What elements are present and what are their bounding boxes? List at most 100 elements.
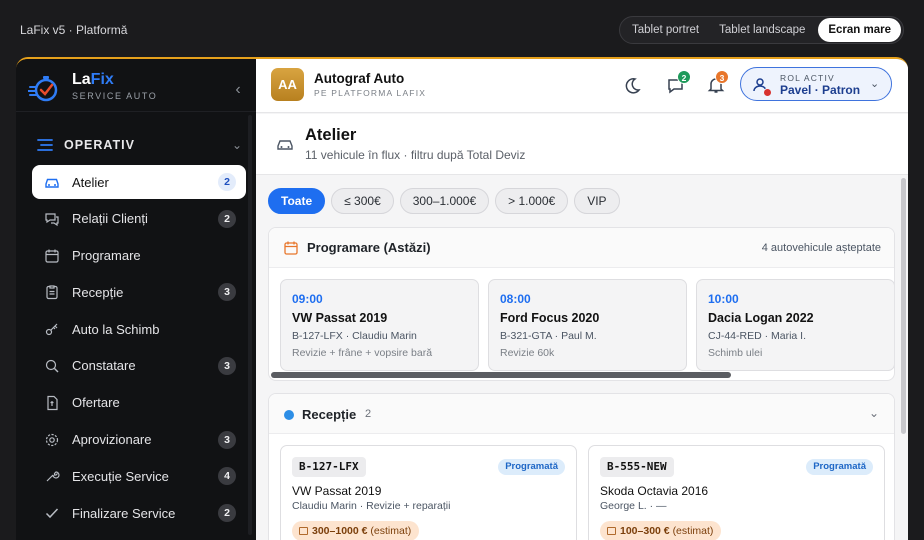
- sidebar-item-constatare[interactable]: Constatare 3: [32, 349, 246, 383]
- notifications-button[interactable]: 3: [704, 70, 729, 97]
- appointment-task: Schimb ulei: [708, 347, 763, 359]
- license-plate: B-555-NEW: [600, 457, 674, 477]
- appointment-car: Ford Focus 2020: [500, 311, 600, 325]
- job-meta: George L. · —: [600, 500, 667, 512]
- moon-icon: [625, 78, 641, 94]
- count-badge: 2: [218, 209, 236, 228]
- active-role-selector[interactable]: ROL ACTIV Pavel · Patron ⌄: [740, 67, 892, 101]
- app-frame: LaFix SERVICE AUTO ‹ OPERATIV ⌄ Atelier …: [16, 57, 908, 540]
- org-avatar[interactable]: AA: [271, 68, 304, 101]
- section-header-operativ[interactable]: OPERATIV ⌄: [32, 133, 246, 157]
- job-card[interactable]: B-555-NEW Programată Skoda Octavia 2016 …: [588, 445, 885, 540]
- list-icon: [37, 139, 53, 151]
- window-topbar: LaFix v5 · Platformă Tablet portret Tabl…: [0, 0, 924, 58]
- gear-icon: [45, 433, 59, 446]
- magnifier-icon: [45, 359, 59, 373]
- receptie-header[interactable]: Recepție 2 ⌄: [269, 394, 894, 434]
- count-badge: 2: [218, 173, 236, 191]
- sidebar-item-programare[interactable]: Programare: [32, 239, 246, 273]
- appointment-card[interactable]: 10:00 Dacia Logan 2022 CJ-44-RED · Maria…: [696, 279, 894, 371]
- brand-subtitle: SERVICE AUTO: [72, 91, 158, 101]
- document-icon: [47, 395, 58, 410]
- estimate-badge: 100–300 € (estimat): [600, 521, 722, 540]
- receptie-count: 2: [365, 408, 372, 420]
- appointment-meta: CJ-44-RED · Maria I.: [708, 330, 807, 342]
- filter-chip-toate[interactable]: Toate: [268, 188, 326, 214]
- wrench-icon: [46, 471, 60, 482]
- notifications-count-badge: 3: [715, 70, 729, 84]
- stopwatch-logo-icon: [28, 76, 58, 102]
- sidebar-item-ofertare[interactable]: Ofertare: [32, 386, 246, 420]
- page-title: Atelier: [305, 126, 357, 144]
- mode-tablet-landscape[interactable]: Tablet landscape: [709, 18, 815, 42]
- org-subtitle: PE PLATFORMA LAFIX: [314, 88, 427, 98]
- key-icon: [45, 323, 58, 336]
- filter-chip-vip[interactable]: VIP: [574, 188, 620, 214]
- calendar-icon: [284, 241, 298, 255]
- sidebar-item-atelier[interactable]: Atelier 2: [32, 165, 246, 199]
- brand-name: LaFix: [72, 71, 114, 88]
- main-scrollbar[interactable]: [901, 178, 906, 434]
- receptie-panel: Recepție 2 ⌄ B-127-LFX Programată VW Pas…: [268, 393, 895, 540]
- stage-dot: [284, 410, 294, 420]
- sidebar-item-aprovizionare[interactable]: Aprovizionare 3: [32, 423, 246, 457]
- job-card[interactable]: B-127-LFX Programată VW Passat 2019 Clau…: [280, 445, 577, 540]
- appointment-time: 08:00: [500, 292, 531, 306]
- calendar-icon: [45, 249, 59, 263]
- filter-chip-300-1000[interactable]: 300–1.000€: [399, 188, 490, 214]
- receptie-title: Recepție: [302, 407, 357, 422]
- sidebar: LaFix SERVICE AUTO ‹ OPERATIV ⌄ Atelier …: [16, 59, 256, 540]
- status-badge: Programată: [498, 459, 565, 475]
- job-car: VW Passat 2019: [292, 484, 382, 498]
- money-icon: [607, 527, 616, 535]
- appointment-meta: B-127-LFX · Claudiu Marin: [292, 330, 417, 342]
- sidebar-item-executie-service[interactable]: Execuție Service 4: [32, 459, 246, 493]
- role-status-dot: [763, 88, 772, 97]
- count-badge: 3: [218, 283, 236, 302]
- sidebar-item-finalizare-service[interactable]: Finalizare Service 2: [32, 496, 246, 530]
- chat-icon: [45, 213, 59, 226]
- programare-expected: 4 autovehicule așteptate: [761, 242, 881, 254]
- appointment-task: Revizie 60k: [500, 347, 555, 359]
- license-plate: B-127-LFX: [292, 457, 366, 477]
- page-header: Atelier 11 vehicule în flux · filtru dup…: [256, 114, 908, 175]
- main-panel: AA Autograf Auto PE PLATFORMA LAFIX 2 3 …: [256, 59, 908, 540]
- brand: LaFix SERVICE AUTO ‹: [28, 69, 248, 109]
- layout-mode-switch: Tablet portret Tablet landscape Ecran ma…: [619, 16, 904, 44]
- sidebar-item-auto-la-schimb[interactable]: Auto la Schimb: [32, 312, 246, 346]
- theme-toggle-button[interactable]: [620, 73, 644, 97]
- sidebar-collapse-button[interactable]: ‹: [226, 79, 250, 103]
- mode-tablet-portrait[interactable]: Tablet portret: [622, 18, 709, 42]
- job-car: Skoda Octavia 2016: [600, 484, 709, 498]
- programare-title: Programare (Astăzi): [307, 240, 431, 255]
- chevron-left-icon: ‹: [235, 81, 241, 98]
- status-badge: Programată: [806, 459, 873, 475]
- appointment-card[interactable]: 08:00 Ford Focus 2020 B-321-GTA · Paul M…: [488, 279, 687, 371]
- filter-chip-over-1000[interactable]: > 1.000€: [495, 188, 569, 214]
- role-name: Pavel · Patron: [780, 83, 861, 97]
- appointment-card[interactable]: 09:00 VW Passat 2019 B-127-LFX · Claudiu…: [280, 279, 479, 371]
- estimate-badge: 300–1000 € (estimat): [292, 521, 420, 540]
- sidebar-item-receptie[interactable]: Recepție 3: [32, 275, 246, 309]
- sidebar-item-relatii-clienti[interactable]: Relații Clienți 2: [32, 202, 246, 236]
- sidebar-scrollbar[interactable]: [248, 115, 252, 535]
- appointments-scrollbar[interactable]: [271, 372, 731, 378]
- filter-chip-under-300[interactable]: ≤ 300€: [331, 188, 394, 214]
- count-badge: 2: [218, 504, 236, 523]
- messages-count-badge: 2: [677, 70, 691, 84]
- appointment-time: 09:00: [292, 292, 323, 306]
- app-title: LaFix v5 · Platformă: [20, 23, 128, 37]
- messages-button[interactable]: 2: [664, 70, 691, 97]
- section-label: OPERATIV: [64, 138, 135, 152]
- appointment-time: 10:00: [708, 292, 739, 306]
- sidebar-divider: [16, 111, 256, 112]
- count-badge: 4: [218, 467, 236, 486]
- filter-chips: Toate ≤ 300€ 300–1.000€ > 1.000€ VIP: [268, 188, 626, 214]
- header: AA Autograf Auto PE PLATFORMA LAFIX 2 3 …: [256, 59, 908, 113]
- appointment-car: Dacia Logan 2022: [708, 311, 814, 325]
- car-icon: [45, 178, 59, 188]
- appointment-car: VW Passat 2019: [292, 311, 388, 325]
- mode-large-screen[interactable]: Ecran mare: [818, 18, 901, 42]
- appointment-task: Revizie + frâne + vopsire bară: [292, 347, 433, 359]
- appointment-meta: B-321-GTA · Paul M.: [500, 330, 597, 342]
